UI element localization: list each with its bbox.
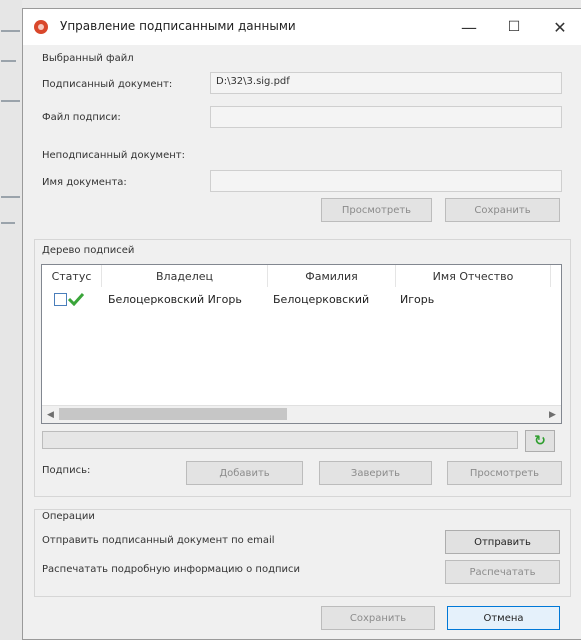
refresh-icon: ↻ (534, 433, 546, 449)
document-name-label: Имя документа: (42, 177, 127, 188)
signed-document-field[interactable]: D:\32\3.sig.pdf (210, 72, 562, 94)
signature-tree-table[interactable]: Статус Владелец Фамилия Имя Отчество Бел… (41, 264, 562, 424)
scroll-left-icon[interactable]: ◀ (42, 406, 59, 423)
column-header-surname[interactable]: Фамилия (268, 265, 396, 287)
valid-signature-check-icon (68, 292, 84, 306)
signed-data-dialog: Управление подписанными данными — ☐ ✕ Вы… (22, 8, 581, 640)
expand-checkbox[interactable] (54, 293, 67, 306)
column-header-status[interactable]: Статус (42, 265, 102, 287)
scroll-right-icon[interactable]: ▶ (544, 406, 561, 423)
background-app-panel (0, 0, 23, 640)
unsigned-document-title: Неподписанный документ: (42, 150, 185, 161)
close-button[interactable]: ✕ (538, 9, 581, 45)
signature-progress-bar (42, 431, 518, 449)
refresh-button[interactable]: ↻ (525, 430, 555, 452)
horizontal-scrollbar[interactable]: ◀ ▶ (42, 405, 561, 423)
row-surname: Белоцерковский (273, 292, 370, 306)
column-header-owner[interactable]: Владелец (102, 265, 268, 287)
background-line (1, 60, 16, 62)
background-line (1, 30, 20, 32)
view-unsigned-button[interactable]: Просмотреть (321, 198, 432, 222)
app-icon (34, 20, 48, 34)
background-line (1, 196, 20, 198)
minimize-button[interactable]: — (447, 9, 491, 45)
save-button[interactable]: Сохранить (321, 606, 435, 630)
title-bar: Управление подписанными данными — ☐ ✕ (23, 9, 581, 45)
certify-signature-button[interactable]: Заверить (319, 461, 432, 485)
row-owner: Белоцерковский Игорь (108, 292, 242, 306)
background-line (1, 100, 20, 102)
cancel-button[interactable]: Отмена (447, 606, 560, 630)
document-name-field[interactable] (210, 170, 562, 192)
background-line (1, 222, 15, 224)
send-email-label: Отправить подписанный документ по email (42, 535, 275, 546)
send-email-button[interactable]: Отправить (445, 530, 560, 554)
operations-title: Операции (40, 511, 97, 522)
signed-document-label: Подписанный документ: (42, 79, 173, 90)
column-header-name[interactable]: Имя Отчество (396, 265, 551, 287)
view-signature-button[interactable]: Просмотреть (447, 461, 562, 485)
row-name: Игорь (400, 292, 435, 306)
signature-file-label: Файл подписи: (42, 112, 121, 123)
save-unsigned-button[interactable]: Сохранить (445, 198, 560, 222)
print-info-label: Распечатать подробную информацию о подпи… (42, 564, 301, 575)
window-title: Управление подписанными данными (60, 19, 296, 33)
maximize-button[interactable]: ☐ (492, 9, 536, 45)
signature-tree-title: Дерево подписей (40, 245, 137, 256)
add-signature-button[interactable]: Добавить (186, 461, 303, 485)
print-info-button[interactable]: Распечатать (445, 560, 560, 584)
signature-label: Подпись: (42, 465, 91, 476)
signature-file-field[interactable] (210, 106, 562, 128)
scrollbar-thumb[interactable] (59, 408, 287, 420)
selected-file-group-title: Выбранный файл (42, 53, 134, 64)
